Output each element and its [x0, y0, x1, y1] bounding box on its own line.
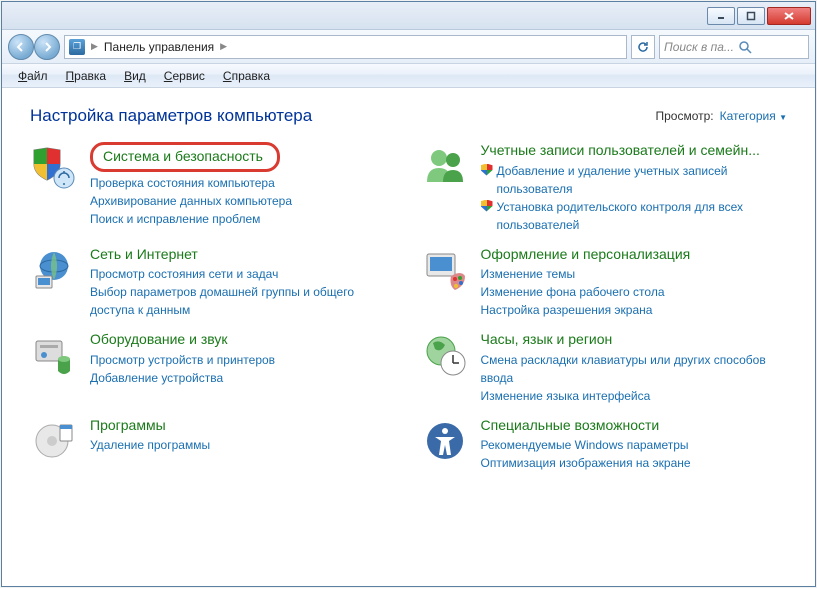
- categories-grid: Система и безопасность Проверка состояни…: [30, 142, 787, 472]
- sub-link[interactable]: Проверка состояния компьютера: [90, 174, 397, 192]
- header-row: Настройка параметров компьютера Просмотр…: [30, 106, 787, 126]
- refresh-button[interactable]: [631, 35, 655, 59]
- sub-link[interactable]: Изменение фона рабочего стола: [481, 283, 788, 301]
- sub-link[interactable]: Оптимизация изображения на экране: [481, 454, 788, 472]
- sub-link[interactable]: Изменение темы: [481, 265, 788, 283]
- category-title[interactable]: Оборудование и звук: [90, 331, 397, 349]
- user-accounts-icon: [421, 142, 469, 190]
- category-hardware: Оборудование и звук Просмотр устройств и…: [30, 331, 397, 405]
- category-title[interactable]: Специальные возможности: [481, 417, 788, 435]
- address-bar[interactable]: ❐ ▶ Панель управления ▶: [64, 35, 627, 59]
- category-title[interactable]: Система и безопасность: [90, 142, 280, 172]
- sub-link[interactable]: Просмотр состояния сети и задач: [90, 265, 397, 283]
- category-programs: Программы Удаление программы: [30, 417, 397, 473]
- programs-icon: [30, 417, 78, 465]
- breadcrumb-sep: ▶: [91, 41, 98, 52]
- hardware-icon: [30, 331, 78, 379]
- menu-help[interactable]: Справка: [215, 67, 278, 85]
- chevron-down-icon: ▼: [779, 113, 787, 122]
- category-clock-region: Часы, язык и регион Смена раскладки клав…: [421, 331, 788, 405]
- category-title[interactable]: Часы, язык и регион: [481, 331, 788, 349]
- navbar: ❐ ▶ Панель управления ▶ Поиск в па...: [2, 30, 815, 64]
- clock-region-icon: [421, 331, 469, 379]
- category-title[interactable]: Сеть и Интернет: [90, 246, 397, 264]
- view-label: Просмотр:: [655, 109, 713, 123]
- view-dropdown[interactable]: Категория ▼: [720, 109, 787, 123]
- window: ❐ ▶ Панель управления ▶ Поиск в па... Фа…: [1, 1, 816, 587]
- page-title: Настройка параметров компьютера: [30, 106, 312, 126]
- search-placeholder: Поиск в па...: [664, 40, 734, 54]
- network-icon: [30, 246, 78, 294]
- breadcrumb-sep: ▶: [220, 41, 227, 52]
- maximize-button[interactable]: [737, 7, 765, 25]
- sub-link[interactable]: Настройка разрешения экрана: [481, 301, 788, 319]
- category-title[interactable]: Учетные записи пользователей и семейн...: [481, 142, 788, 160]
- sub-link[interactable]: Добавление устройства: [90, 369, 397, 387]
- system-security-icon: [30, 142, 78, 190]
- category-network: Сеть и Интернет Просмотр состояния сети …: [30, 246, 397, 320]
- ease-of-access-icon: [421, 417, 469, 465]
- forward-button[interactable]: [34, 34, 60, 60]
- breadcrumb[interactable]: Панель управления: [104, 40, 214, 54]
- sub-link[interactable]: Добавление и удаление учетных записей по…: [481, 162, 788, 198]
- appearance-icon: [421, 246, 469, 294]
- menubar: Файл Правка Вид Сервис Справка: [2, 64, 815, 88]
- sub-link[interactable]: Установка родительского контроля для все…: [481, 198, 788, 234]
- sub-link[interactable]: Поиск и исправление проблем: [90, 210, 397, 228]
- sub-link[interactable]: Рекомендуемые Windows параметры: [481, 436, 788, 454]
- category-system-security: Система и безопасность Проверка состояни…: [30, 142, 397, 234]
- menu-tools[interactable]: Сервис: [156, 67, 213, 85]
- category-title[interactable]: Программы: [90, 417, 397, 435]
- sub-link[interactable]: Выбор параметров домашней группы и общег…: [90, 283, 397, 319]
- menu-file[interactable]: Файл: [10, 67, 56, 85]
- category-ease-of-access: Специальные возможности Рекомендуемые Wi…: [421, 417, 788, 473]
- sub-link[interactable]: Архивирование данных компьютера: [90, 192, 397, 210]
- sub-link[interactable]: Изменение языка интерфейса: [481, 387, 788, 405]
- close-button[interactable]: [767, 7, 811, 25]
- search-icon: [738, 40, 752, 54]
- sub-link[interactable]: Удаление программы: [90, 436, 397, 454]
- category-appearance: Оформление и персонализация Изменение те…: [421, 246, 788, 320]
- view-control: Просмотр: Категория ▼: [655, 109, 787, 123]
- search-box[interactable]: Поиск в па...: [659, 35, 809, 59]
- nav-arrows: [8, 34, 60, 60]
- menu-edit[interactable]: Правка: [58, 67, 115, 85]
- category-user-accounts: Учетные записи пользователей и семейн...…: [421, 142, 788, 234]
- titlebar: [2, 2, 815, 30]
- back-button[interactable]: [8, 34, 34, 60]
- sub-link[interactable]: Смена раскладки клавиатуры или других сп…: [481, 351, 788, 387]
- sub-link[interactable]: Просмотр устройств и принтеров: [90, 351, 397, 369]
- control-panel-icon: ❐: [69, 39, 85, 55]
- menu-view[interactable]: Вид: [116, 67, 154, 85]
- content: Настройка параметров компьютера Просмотр…: [2, 88, 815, 586]
- minimize-button[interactable]: [707, 7, 735, 25]
- category-title[interactable]: Оформление и персонализация: [481, 246, 788, 264]
